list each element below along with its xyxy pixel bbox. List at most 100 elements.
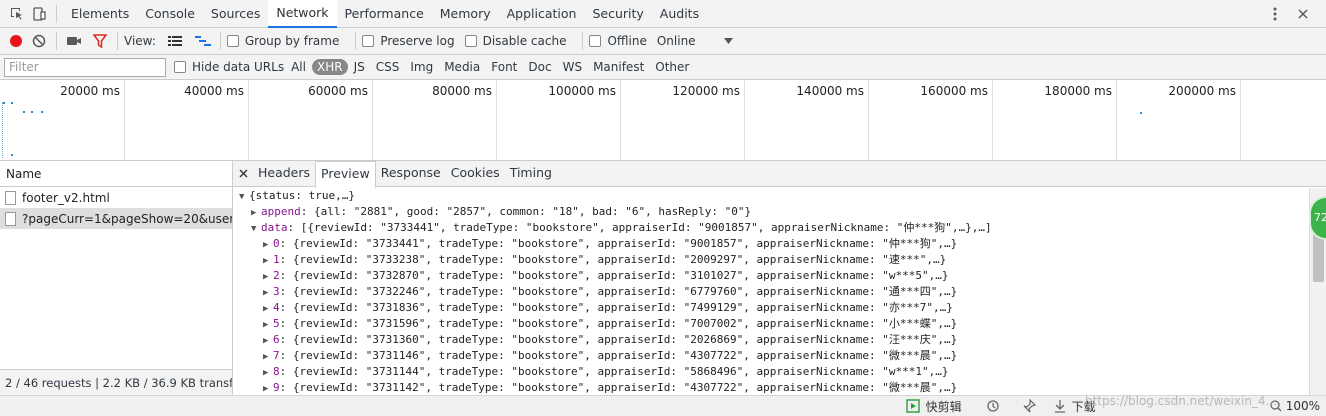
tab-elements[interactable]: Elements <box>63 0 137 28</box>
collapsed-triangle-icon[interactable]: ▶ <box>263 237 273 253</box>
json-root-row[interactable]: ▼ {status: true,…} <box>233 188 1308 204</box>
json-item-row[interactable]: ▶ 6: {reviewId: "3731360", tradeType: "bo… <box>233 332 1308 348</box>
inspect-element-icon[interactable] <box>6 3 28 25</box>
pin-icon[interactable] <box>1022 399 1036 413</box>
timeline-gridline <box>1240 80 1241 160</box>
throttling-select[interactable]: Online <box>657 34 733 48</box>
json-append-row[interactable]: ▶ append: {all: "2881", good: "2857", com… <box>233 204 1308 220</box>
filter-type-xhr[interactable]: XHR <box>311 59 348 75</box>
screenshot-camera-icon[interactable] <box>63 30 85 52</box>
more-options-icon[interactable] <box>1264 3 1286 25</box>
detail-tab-preview[interactable]: Preview <box>315 160 376 188</box>
close-devtools-icon[interactable] <box>1292 3 1314 25</box>
request-detail-pane: Headers Preview Response Cookies Timing ▼ {st… <box>233 160 1326 395</box>
tab-network[interactable]: Network <box>268 0 337 28</box>
download-icon <box>1054 400 1065 413</box>
collapsed-triangle-icon[interactable]: ▶ <box>263 285 273 301</box>
filter-type-font[interactable]: Font <box>486 59 522 75</box>
timeline-gridline <box>248 80 249 160</box>
checkbox-box[interactable] <box>174 61 186 73</box>
filter-type-js[interactable]: JS <box>349 59 370 75</box>
timeline-overview[interactable]: 20000 ms 40000 ms 60000 ms 80000 ms 100000 m… <box>0 80 1326 161</box>
tab-console[interactable]: Console <box>137 0 203 28</box>
collapsed-triangle-icon[interactable]: ▶ <box>263 381 273 395</box>
filter-bar: Filter Hide data URLs All XHR JS CSS Img Medi… <box>0 55 1326 80</box>
group-by-frame-checkbox[interactable]: Group by frame <box>226 34 339 48</box>
toolbar-divider <box>582 32 584 50</box>
offline-checkbox[interactable]: Offline <box>589 34 647 48</box>
preserve-log-checkbox[interactable]: Preserve log <box>362 34 455 48</box>
throttling-value: Online <box>656 34 696 48</box>
filter-type-css[interactable]: CSS <box>371 59 405 75</box>
close-detail-icon[interactable] <box>235 163 251 185</box>
json-data-items: ▶ 0: {reviewId: "3733441", tradeType: "bo… <box>233 236 1308 395</box>
collapsed-triangle-icon[interactable]: ▶ <box>263 317 273 333</box>
filter-input[interactable]: Filter <box>4 57 166 77</box>
json-value: : [{reviewId: "3733441", tradeType: "boo… <box>287 221 992 234</box>
json-index: 1 <box>273 253 280 266</box>
disable-cache-checkbox[interactable]: Disable cache <box>464 34 566 48</box>
filter-type-manifest[interactable]: Manifest <box>588 59 649 75</box>
collapsed-triangle-icon[interactable]: ▶ <box>263 333 273 349</box>
collapsed-triangle-icon[interactable]: ▶ <box>263 349 273 365</box>
json-item-row[interactable]: ▶ 1: {reviewId: "3733238", tradeType: "bo… <box>233 252 1308 268</box>
json-item-row[interactable]: ▶ 2: {reviewId: "3732870", tradeType: "bo… <box>233 268 1308 284</box>
collapsed-triangle-icon[interactable]: ▶ <box>251 205 261 221</box>
collapsed-triangle-icon[interactable]: ▶ <box>263 269 273 285</box>
filter-type-doc[interactable]: Doc <box>523 59 556 75</box>
checkbox-box[interactable] <box>589 35 602 47</box>
collapsed-triangle-icon[interactable]: ▶ <box>263 301 273 317</box>
filter-type-img[interactable]: Img <box>405 59 438 75</box>
json-item-row[interactable]: ▶ 9: {reviewId: "3731142", tradeType: "bo… <box>233 380 1308 395</box>
name-column-header[interactable]: Name <box>0 161 232 187</box>
detail-tab-timing[interactable]: Timing <box>505 160 557 186</box>
tab-performance[interactable]: Performance <box>337 0 432 28</box>
json-item-row[interactable]: ▶ 3: {reviewId: "3732246", tradeType: "bo… <box>233 284 1308 300</box>
filter-type-other[interactable]: Other <box>650 59 694 75</box>
checkbox-box[interactable] <box>226 35 239 47</box>
filter-type-all[interactable]: All <box>286 59 311 75</box>
toolbar-divider <box>56 4 57 23</box>
collapsed-triangle-icon[interactable]: ▶ <box>263 253 273 269</box>
tab-sources[interactable]: Sources <box>203 0 268 28</box>
clip-tool-button[interactable]: 快剪辑 <box>905 398 962 415</box>
timeline-tick-label: 100000 ms <box>548 84 616 98</box>
request-dot <box>23 111 25 113</box>
json-item-row[interactable]: ▶ 8: {reviewId: "3731144", tradeType: "bo… <box>233 364 1308 380</box>
filter-funnel-icon[interactable] <box>89 30 111 52</box>
json-index: 5 <box>273 317 280 330</box>
json-item-row[interactable]: ▶ 4: {reviewId: "3731836", tradeType: "bo… <box>233 300 1308 316</box>
json-data-row[interactable]: ▼ data: [{reviewId: "3733441", tradeType:… <box>233 220 1308 236</box>
speed-badge[interactable]: 72 <box>1309 196 1326 240</box>
checkbox-box[interactable] <box>464 35 477 47</box>
tab-security[interactable]: Security <box>584 0 651 28</box>
hide-data-urls-checkbox[interactable]: Hide data URLs <box>174 60 284 74</box>
tab-audits[interactable]: Audits <box>652 0 707 28</box>
refresh-status-icon[interactable] <box>986 399 1000 413</box>
record-button[interactable] <box>5 30 27 52</box>
clear-button[interactable] <box>28 30 50 52</box>
large-rows-icon[interactable] <box>164 30 186 52</box>
request-trace-line <box>2 102 5 158</box>
filter-type-ws[interactable]: WS <box>558 59 587 75</box>
request-row[interactable]: footer_v2.html <box>0 187 232 208</box>
json-item-row[interactable]: ▶ 7: {reviewId: "3731146", tradeType: "bo… <box>233 348 1308 364</box>
device-toolbar-icon[interactable] <box>28 3 50 25</box>
json-index: 4 <box>273 301 280 314</box>
tab-memory[interactable]: Memory <box>432 0 499 28</box>
detail-tab-cookies[interactable]: Cookies <box>446 160 505 186</box>
expanded-triangle-icon[interactable]: ▼ <box>251 221 261 237</box>
zoom-level[interactable]: 100% <box>1270 399 1320 413</box>
preserve-log-label: Preserve log <box>380 34 455 48</box>
collapsed-triangle-icon[interactable]: ▶ <box>263 365 273 381</box>
waterfall-overview-icon[interactable] <box>192 30 214 52</box>
json-item-row[interactable]: ▶ 0: {reviewId: "3733441", tradeType: "bo… <box>233 236 1308 252</box>
expanded-triangle-icon[interactable]: ▼ <box>239 189 249 205</box>
detail-tab-response[interactable]: Response <box>376 160 446 186</box>
json-item-row[interactable]: ▶ 5: {reviewId: "3731596", tradeType: "bo… <box>233 316 1308 332</box>
filter-type-media[interactable]: Media <box>439 59 485 75</box>
checkbox-box[interactable] <box>362 35 375 47</box>
detail-tab-headers[interactable]: Headers <box>253 160 315 186</box>
tab-application[interactable]: Application <box>499 0 585 28</box>
request-row[interactable]: ?pageCurr=1&pageShow=20&userId... <box>0 208 232 229</box>
